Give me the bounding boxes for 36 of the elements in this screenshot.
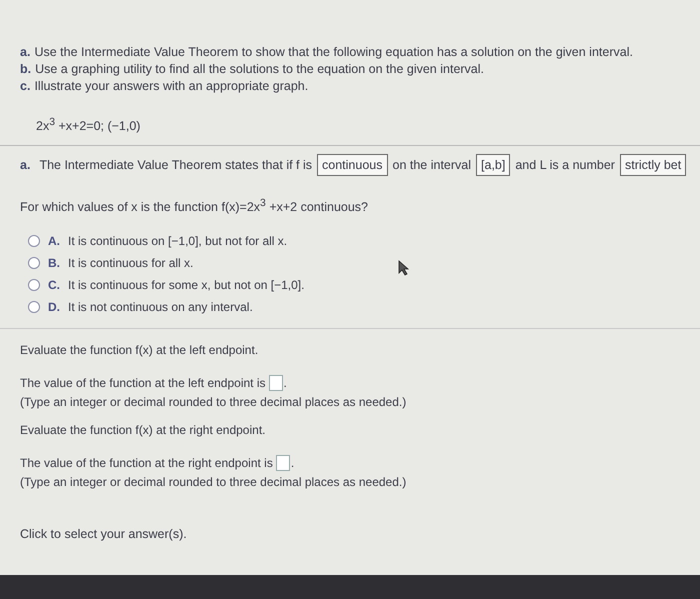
radio-button[interactable]: [28, 301, 40, 314]
radio-button[interactable]: [28, 257, 40, 270]
option-letter: C.: [48, 278, 61, 292]
answer-field[interactable]: [268, 375, 282, 392]
option-text: It is continuous for all x.: [68, 256, 194, 270]
hint-text: (Type an integer or decimal rounded to three decimal places as needed.): [20, 395, 408, 410]
answer-field[interactable]: [276, 455, 290, 472]
statement-text: and L is a number: [515, 158, 615, 172]
footer-text: Click to select your answer(s).: [20, 527, 188, 542]
answer-label: The value of the function at the left endpoint is: [20, 376, 266, 390]
instruction-text: c. Illustrate your answers with an appropriate graph.: [20, 78, 310, 95]
mouse-pointer-icon: [398, 260, 410, 276]
instruction-text: b. Use a graphing utility to find all the solutions to the equation on the given interval.: [20, 61, 486, 78]
answer-label: The value of the function at the right endpoint is: [20, 456, 273, 470]
equation-text: 2x$^{3}$ +x+2=0; (−1,0): [36, 117, 142, 134]
option-text: It is not continuous on any interval.: [68, 300, 253, 314]
option-text: It is continuous for some x, but not on [−1,0].: [68, 278, 304, 292]
answer-dropdown[interactable]: [a,b]: [476, 154, 510, 176]
statement-text: on the interval: [392, 158, 472, 172]
prompt-text: Evaluate the function f(x) at the right endpoint.: [20, 423, 266, 438]
answer-dropdown[interactable]: continuous: [317, 154, 388, 176]
option-letter: D.: [48, 300, 61, 314]
period-text: .: [284, 376, 287, 390]
hint-text: (Type an integer or decimal rounded to three decimal places as needed.): [20, 475, 408, 490]
instruction-text: a. Use the Intermediate Value Theorem to show that the following equation has a solution on the given interval.: [20, 44, 634, 61]
question-text: For which values of x is the function f(x)=2x$^{3}$ +x+2 continuous?: [20, 198, 370, 214]
statement-text: The Intermediate Value Theorem states that if f is: [39, 158, 312, 172]
radio-button[interactable]: [28, 279, 40, 292]
prompt-text: Evaluate the function f(x) at the left endpoint.: [20, 343, 260, 358]
option-letter: B.: [48, 256, 61, 270]
radio-button[interactable]: [28, 235, 40, 248]
answer-dropdown[interactable]: strictly bet: [620, 154, 686, 176]
period-text: .: [290, 456, 294, 470]
part-label: a.: [20, 158, 30, 172]
option-text: It is continuous on [−1,0], but not for all x.: [68, 234, 288, 248]
option-letter: A.: [48, 234, 61, 248]
